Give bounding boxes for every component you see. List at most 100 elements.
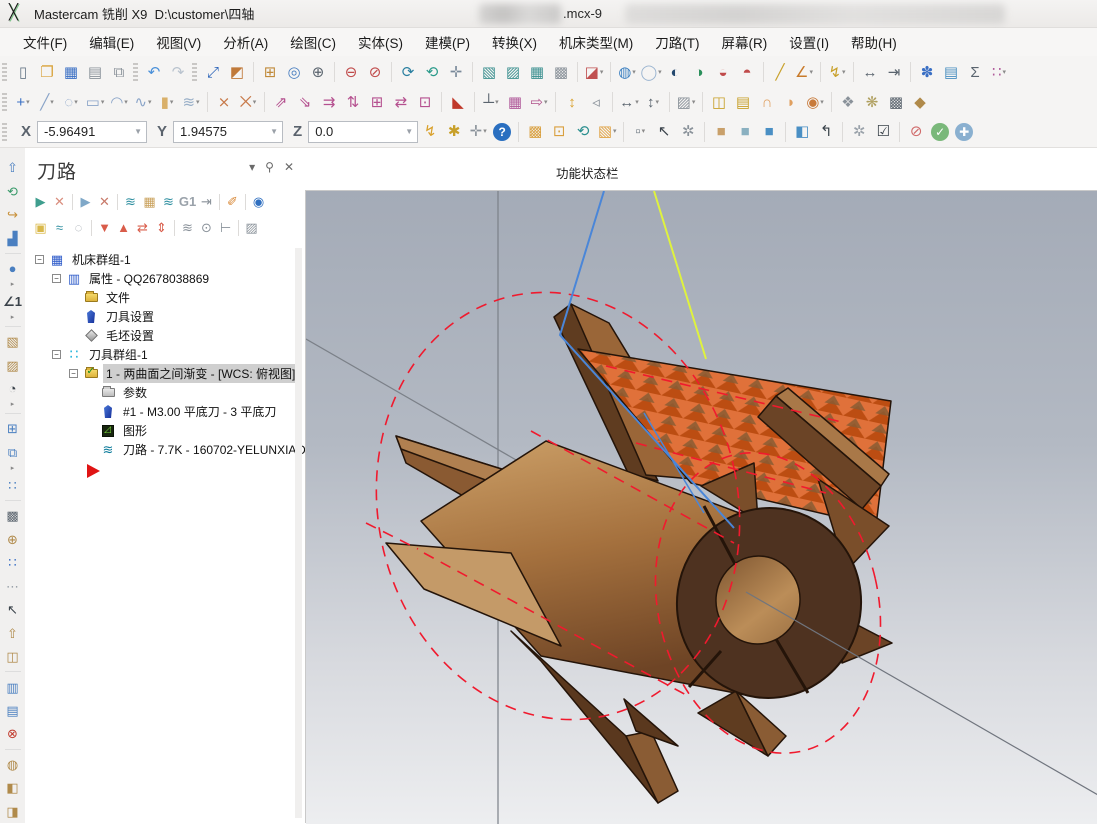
grid-icon[interactable]: ▦ xyxy=(504,91,526,113)
hatch-dropdown-icon[interactable]: ▾ xyxy=(692,99,696,106)
shaded-edges-icon[interactable]: ◑ xyxy=(688,61,710,83)
cube-mill-icon[interactable]: ◨ xyxy=(3,802,23,821)
solid-rotate-icon[interactable]: ◉▾ xyxy=(804,91,826,113)
menu-item-2[interactable]: 视图(V) xyxy=(145,28,212,56)
regenerate-icon[interactable]: ⟲ xyxy=(572,121,594,143)
move-insert-icon[interactable]: ⇄ xyxy=(133,218,152,237)
grid-options-icon[interactable]: ∷▾ xyxy=(988,61,1010,83)
break-icon[interactable]: ⨉▾ xyxy=(237,91,259,113)
tree-expand-box[interactable]: − xyxy=(69,369,78,378)
fastpoint-icon[interactable]: ↯ xyxy=(419,121,441,143)
dynamic-rotate-icon[interactable]: ⟳ xyxy=(397,61,419,83)
window-selection-icon[interactable]: ▫▾ xyxy=(629,121,651,143)
print-preview-icon[interactable]: ⧉ xyxy=(108,61,130,83)
scroll-insert-icon[interactable]: ⇕ xyxy=(152,218,171,237)
lock-icon[interactable]: ▣ xyxy=(31,218,50,237)
create-spline-icon[interactable]: ∿▾ xyxy=(132,91,154,113)
import-ops-icon[interactable]: ⇧ xyxy=(3,158,23,177)
menu-item-10[interactable]: 屏幕(R) xyxy=(711,28,779,56)
menu-item-0[interactable]: 文件(F) xyxy=(12,28,78,56)
label-icon[interactable]: ◃ xyxy=(585,91,607,113)
analyze-entity-icon[interactable]: ╱ xyxy=(769,61,791,83)
zoom-selected-icon[interactable]: ⊕ xyxy=(307,61,329,83)
create-fillet-dropdown-icon[interactable]: ▾ xyxy=(124,99,128,106)
toolbar-drag-handle[interactable] xyxy=(192,63,197,81)
apply-icon[interactable]: ✚ xyxy=(955,123,973,141)
refresh-ops-icon[interactable]: ⟲ xyxy=(3,181,23,200)
solid-rotate-dropdown-icon[interactable]: ▾ xyxy=(820,99,824,106)
delete-selected-icon[interactable]: ✕ xyxy=(95,192,114,211)
unselect-all-ops-icon[interactable]: ✕ xyxy=(50,192,69,211)
zoom-window-icon[interactable]: ⊞ xyxy=(259,61,281,83)
report-icon[interactable]: ▤ xyxy=(940,61,962,83)
send-icon[interactable]: ⇥ xyxy=(197,192,216,211)
redo-icon[interactable]: ↷ xyxy=(167,61,189,83)
open-file-icon[interactable]: ❐ xyxy=(36,61,58,83)
tree-item-label[interactable]: 毛坯设置 xyxy=(103,326,157,345)
create-line-dropdown-icon[interactable]: ▾ xyxy=(50,99,54,106)
trim-icon[interactable]: ⨯ xyxy=(213,91,235,113)
create-rectangle-icon[interactable]: ▭▾ xyxy=(84,91,106,113)
tree-item-label[interactable]: 属性 - QQ2678038869 xyxy=(86,269,212,288)
xform-project-icon[interactable]: ⇅ xyxy=(342,91,364,113)
flyout-arrow-icon[interactable]: ▸ xyxy=(11,400,15,410)
toolbar-drag-handle[interactable] xyxy=(133,63,138,81)
dim-vertical-dropdown-icon[interactable]: ▾ xyxy=(655,99,659,106)
lathe-view-icon[interactable]: ◔ xyxy=(3,379,23,398)
stock-model-icon[interactable]: ▩ xyxy=(885,91,907,113)
y-dropdown-caret[interactable]: ▼ xyxy=(270,127,278,136)
x-dropdown-caret[interactable]: ▼ xyxy=(134,127,142,136)
select-face-icon[interactable]: ■ xyxy=(734,121,756,143)
statistics-icon[interactable]: Σ xyxy=(964,61,986,83)
new-file-icon[interactable]: ▯ xyxy=(12,61,34,83)
tree-item-label[interactable]: 刀具群组-1 xyxy=(86,345,151,364)
run-selected-icon[interactable]: ▶ xyxy=(76,192,95,211)
y-coordinate-input[interactable]: 1.94575▼ xyxy=(173,121,283,143)
validate-cursor-icon[interactable]: ☑ xyxy=(872,121,894,143)
analyze-dynamic-icon[interactable]: ↯▾ xyxy=(826,61,848,83)
gview-globe-icon[interactable]: ◍▾ xyxy=(616,61,638,83)
linked-views-icon[interactable]: ⧉ xyxy=(3,443,23,462)
select-cursor-icon[interactable]: ↖ xyxy=(653,121,675,143)
analyze-angle-dropdown-icon[interactable]: ▾ xyxy=(809,69,813,76)
insert-arrow-marker[interactable] xyxy=(87,464,100,478)
machine-def-icon[interactable]: ◆ xyxy=(909,91,931,113)
grid-options-dropdown-icon[interactable]: ▾ xyxy=(1003,69,1007,76)
menu-item-7[interactable]: 转换(X) xyxy=(481,28,548,56)
hook-arrow-icon[interactable]: ↪ xyxy=(3,205,23,224)
create-line-icon[interactable]: ╱▾ xyxy=(36,91,58,113)
grid-panel-icon[interactable]: ∷ xyxy=(3,553,23,572)
create-solid-dropdown-icon[interactable]: ▾ xyxy=(170,99,174,106)
analyze-dynamic-dropdown-icon[interactable]: ▾ xyxy=(842,69,846,76)
dots-icon[interactable]: ⋯ xyxy=(3,577,23,596)
dynamic-view-icon[interactable]: ▦ xyxy=(526,61,548,83)
toggle-display-icon[interactable]: ≈ xyxy=(50,218,69,237)
z-dropdown-caret[interactable]: ▼ xyxy=(405,127,413,136)
cplane-blob-icon[interactable]: ● xyxy=(3,259,23,278)
regen-toolpath-icon[interactable]: ≋ xyxy=(121,192,140,211)
xform-translate-icon[interactable]: ⇗ xyxy=(270,91,292,113)
cplane-sphere-icon[interactable]: ◯▾ xyxy=(640,61,662,83)
verify-icon[interactable]: ▦ xyxy=(140,192,159,211)
tree-expand-box[interactable]: − xyxy=(35,255,44,264)
tree-item-label[interactable]: 参数 xyxy=(120,383,150,402)
multiaxis-icon[interactable]: ❋ xyxy=(861,91,883,113)
menu-item-6[interactable]: 建模(P) xyxy=(414,28,481,56)
ghost-icon[interactable]: ◌ xyxy=(69,218,88,237)
tree-expand-box[interactable]: − xyxy=(52,274,61,283)
tree-item-operation[interactable]: −1 - 两曲面之间渐变 - [WCS: 俯视图] xyxy=(25,364,293,383)
axes-dropdown-icon[interactable]: ▾ xyxy=(495,99,499,106)
select-box-icon[interactable]: ⊡ xyxy=(548,121,570,143)
menu-item-5[interactable]: 实体(S) xyxy=(347,28,414,56)
rotate-view-icon[interactable]: ⟲ xyxy=(421,61,443,83)
surface-swept-icon[interactable]: ◗ xyxy=(780,91,802,113)
flyout-arrow-icon[interactable]: ▸ xyxy=(11,464,15,474)
xform-array-icon[interactable]: ⊞ xyxy=(366,91,388,113)
tree-item-tool-settings[interactable]: 刀具设置 xyxy=(25,307,293,326)
tree-item-tool[interactable]: #1 - M3.00 平底刀 - 3 平底刀 xyxy=(25,402,293,421)
gear-history-icon[interactable]: ✲ xyxy=(848,121,870,143)
zoom-target-icon[interactable]: ◎ xyxy=(283,61,305,83)
check-solids-icon[interactable]: ✽ xyxy=(916,61,938,83)
menu-item-11[interactable]: 设置(I) xyxy=(778,28,840,56)
flyout-arrow-icon[interactable]: ▸ xyxy=(11,280,15,290)
